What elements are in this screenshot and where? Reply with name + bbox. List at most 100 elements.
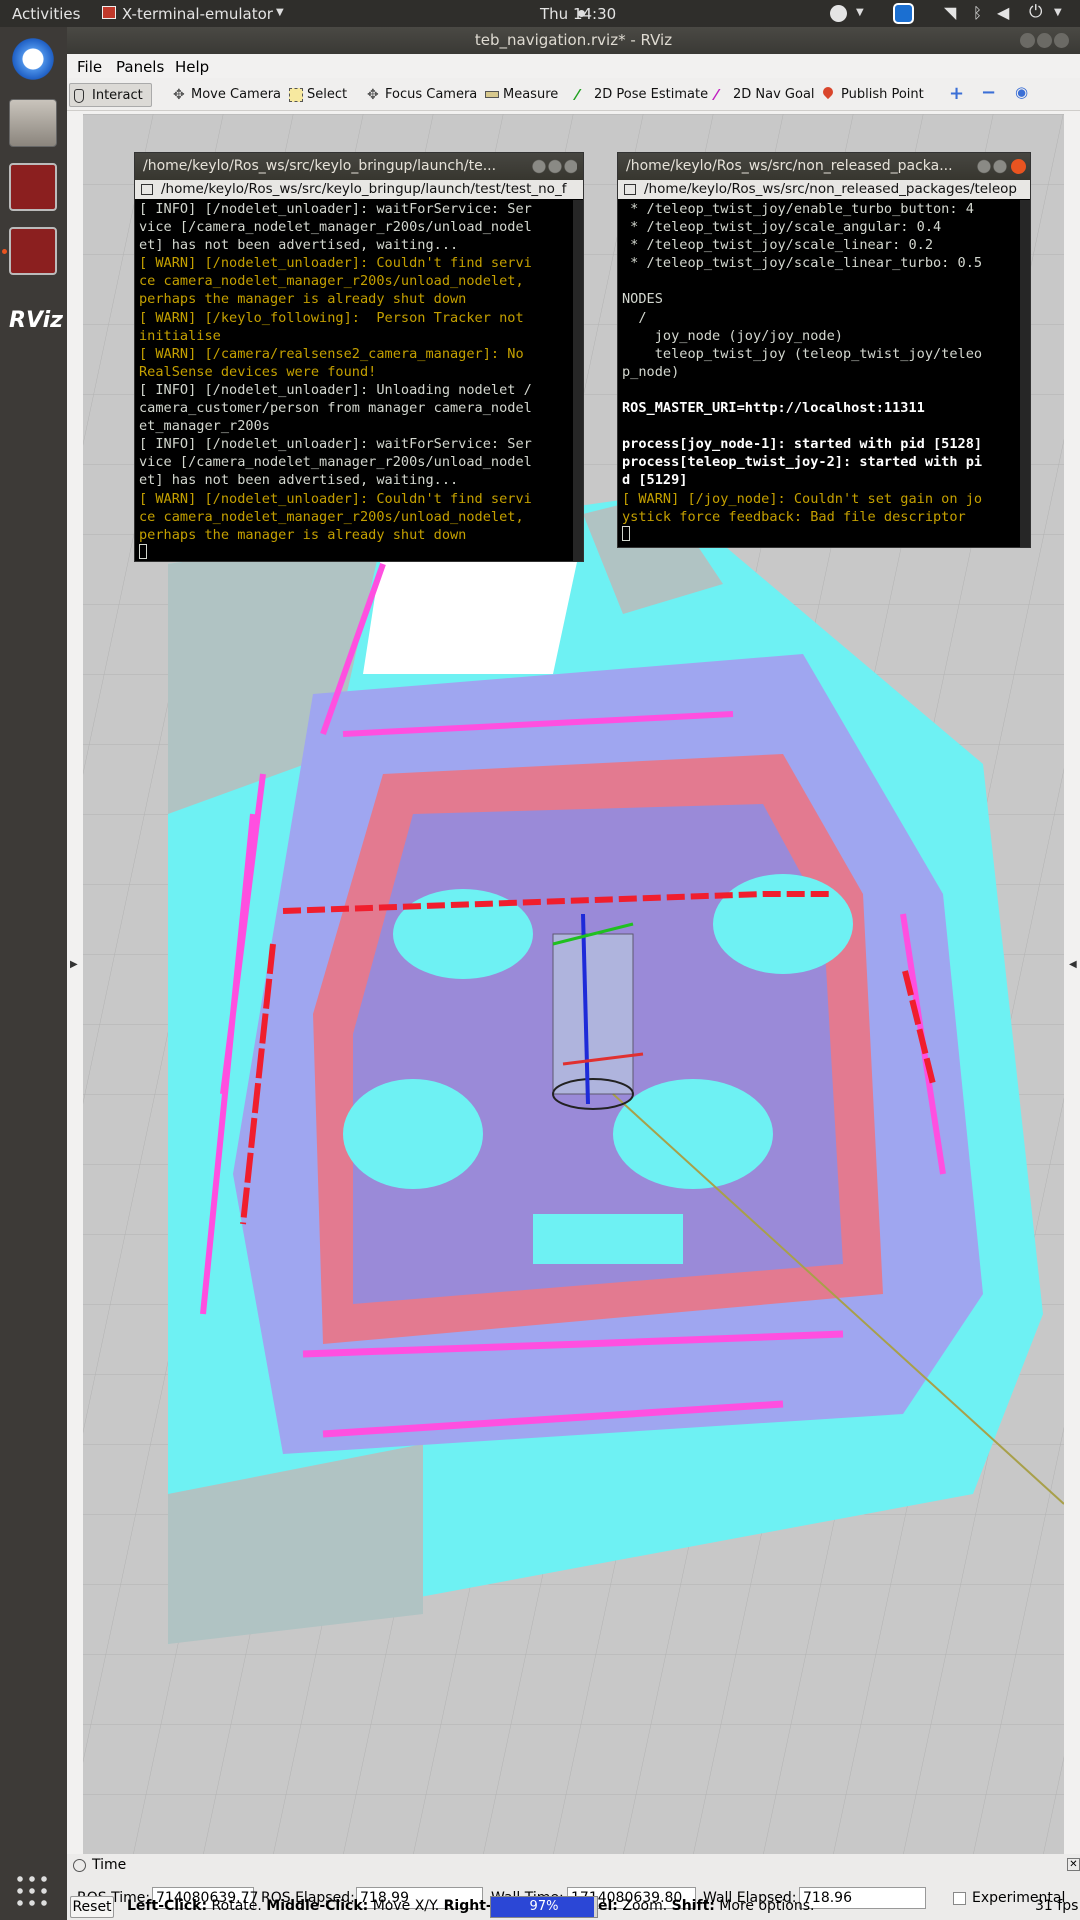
select-box-icon [289,88,303,102]
terminal-line: RealSense devices were found! [139,363,377,380]
teamviewer-icon[interactable] [893,3,914,24]
close-icon[interactable] [1054,33,1069,48]
select-tool-button[interactable]: Select [285,83,347,107]
measure-tool-button[interactable]: Measure [481,83,558,107]
robot-model [552,933,634,1095]
select-tool-label: Select [307,87,348,102]
nav-goal-tool-label: 2D Nav Goal [733,87,815,102]
loading-progress-bar: 97% [490,1896,598,1918]
wifi-icon[interactable]: ◥ [944,3,956,22]
move-camera-tool-button[interactable]: ✥ Move Camera [169,83,281,107]
terminal-line: et] has not been advertised, waiting... [139,237,459,254]
eye-icon[interactable]: ◉ [1015,83,1028,101]
measure-tool-label: Measure [503,87,559,102]
publish-point-tool-button[interactable]: Publish Point [819,83,924,107]
maximize-icon[interactable] [1037,33,1052,48]
status-bar: Reset Left-Click: Rotate. Middle-Click: … [67,1893,1080,1920]
terminal-line: initialise [139,327,221,344]
free-pocket-3 [343,1079,483,1189]
menu-panels[interactable]: Panels [116,58,164,76]
terminal-output[interactable]: * /teleop_twist_joy/enable_turbo_button:… [622,200,1018,546]
terminal-window-bringup[interactable]: /home/keylo/Ros_ws/src/keylo_bringup/lau… [134,152,584,562]
terminal-line: et_manager_r200s [139,418,270,435]
terminal-line: d [5129] [622,472,688,489]
active-indicator-icon [2,249,7,254]
focus-camera-tool-button[interactable]: ✥ Focus Camera [363,83,477,107]
terminal-line: ce camera_nodelet_manager_r200s/unload_n… [139,273,524,290]
hint-key: Left-Click: [127,1898,208,1914]
terminal-line: vice [/camera_nodelet_manager_r200s/unlo… [139,454,532,471]
terminal-output[interactable]: [ INFO] [/nodelet_unloader]: waitForServ… [139,200,571,564]
terminal-line: perhaps the manager is already shut down [139,526,467,543]
terminal-line: * /teleop_twist_joy/scale_linear_turbo: … [622,255,983,272]
files-icon[interactable] [9,99,57,147]
terminal-scrollbar[interactable] [1020,200,1030,547]
ruler-icon [485,91,499,98]
terminal-line: teleop_twist_joy (teleop_twist_joy/teleo [622,345,983,362]
right-panel-collapse-icon[interactable]: ◀ [1069,959,1077,970]
tool-bar: Interact ✥ Move Camera Select ✥ Focus Ca… [67,78,1080,111]
minimize-icon[interactable] [1020,33,1035,48]
terminal-launcher-icon[interactable] [9,227,57,275]
terminal-window-teleop[interactable]: /home/keylo/Ros_ws/src/non_released_pack… [617,152,1031,548]
hint-text: Move X/Y. [368,1898,444,1914]
hint-text: Zoom. [617,1898,672,1914]
progress-label: 97% [529,1899,559,1914]
accessibility-icon[interactable] [830,5,847,22]
terminal-app-icon [102,6,116,19]
pose-estimate-tool-button[interactable]: ⁄ 2D Pose Estimate [572,83,708,107]
app-menu-button[interactable]: X-terminal-emulator [122,5,273,23]
menu-bar: File Panels Help [67,54,1080,78]
nav-goal-icon: ⁄ [715,86,718,104]
nav-goal-tool-button[interactable]: ⁄ 2D Nav Goal [711,83,815,107]
publish-point-tool-label: Publish Point [841,87,924,102]
terminal-window-buttons-icon[interactable] [531,159,577,174]
terminal-line: [ WARN] [/camera/realsense2_camera_manag… [139,345,524,362]
hint-text: Rotate. [207,1898,267,1914]
move-camera-icon: ✥ [173,87,185,103]
rviz-icon[interactable]: RViz [9,297,63,345]
3d-render-viewport[interactable]: /home/keylo/Ros_ws/src/keylo_bringup/lau… [83,114,1064,1854]
remove-tool-icon[interactable]: − [981,82,996,103]
terminal-launcher-icon[interactable] [9,163,57,211]
free-pocket-2 [713,874,853,974]
system-top-bar: Activities X-terminal-emulator ▼ Thu 14:… [0,0,1080,27]
terminal-tab[interactable]: /home/keylo/Ros_ws/src/keylo_bringup/lau… [135,180,583,199]
focus-camera-tool-label: Focus Camera [385,87,478,102]
terminal-line: joy_node (joy/joy_node) [622,327,843,344]
help-text-continued: el: Zoom. Shift: More options. [598,1898,814,1914]
rviz-window: teb_navigation.rviz* - RViz File Panels … [67,27,1080,1920]
hint-key: Middle-Click: [266,1898,369,1914]
menu-help[interactable]: Help [175,58,209,76]
add-tool-icon[interactable]: + [949,83,964,104]
terminal-line: et] has not been advertised, waiting... [139,472,459,489]
chromium-icon[interactable] [9,35,57,83]
hint-key: Shift: [671,1898,715,1914]
interact-tool-button[interactable]: Interact [69,83,152,107]
chevron-down-icon: ▼ [856,7,864,18]
terminal-line: vice [/camera_nodelet_manager_r200s/unlo… [139,219,532,236]
terminal-window-buttons-icon[interactable] [976,159,1008,174]
left-panel-collapse-icon[interactable]: ▶ [70,959,78,970]
activities-button[interactable]: Activities [12,5,80,23]
terminal-line: [ INFO] [/nodelet_unloader]: waitForServ… [139,436,532,453]
terminal-scrollbar[interactable] [573,200,583,561]
power-icon[interactable]: ⏻ [1029,2,1042,22]
bluetooth-icon[interactable]: ᛒ [973,4,982,22]
terminal-line: * /teleop_twist_joy/scale_angular: 0.4 [622,219,942,236]
clock-icon [73,1859,86,1872]
panel-close-icon[interactable]: ✕ [1067,1858,1080,1871]
terminal-line: * /teleop_twist_joy/enable_turbo_button:… [622,201,974,217]
hand-pointer-icon [74,89,84,103]
terminal-line: perhaps the manager is already shut down [139,291,467,308]
terminal-close-icon[interactable] [1011,159,1026,174]
menu-file[interactable]: File [77,58,102,76]
free-pocket-4 [613,1079,773,1189]
terminal-tab[interactable]: /home/keylo/Ros_ws/src/non_released_pack… [618,180,1030,199]
map-pin-icon [820,84,836,100]
reset-button[interactable]: Reset [70,1896,114,1918]
cursor-icon [622,525,630,541]
volume-icon[interactable]: ◀ [997,3,1009,22]
show-apps-icon[interactable] [14,1873,50,1909]
